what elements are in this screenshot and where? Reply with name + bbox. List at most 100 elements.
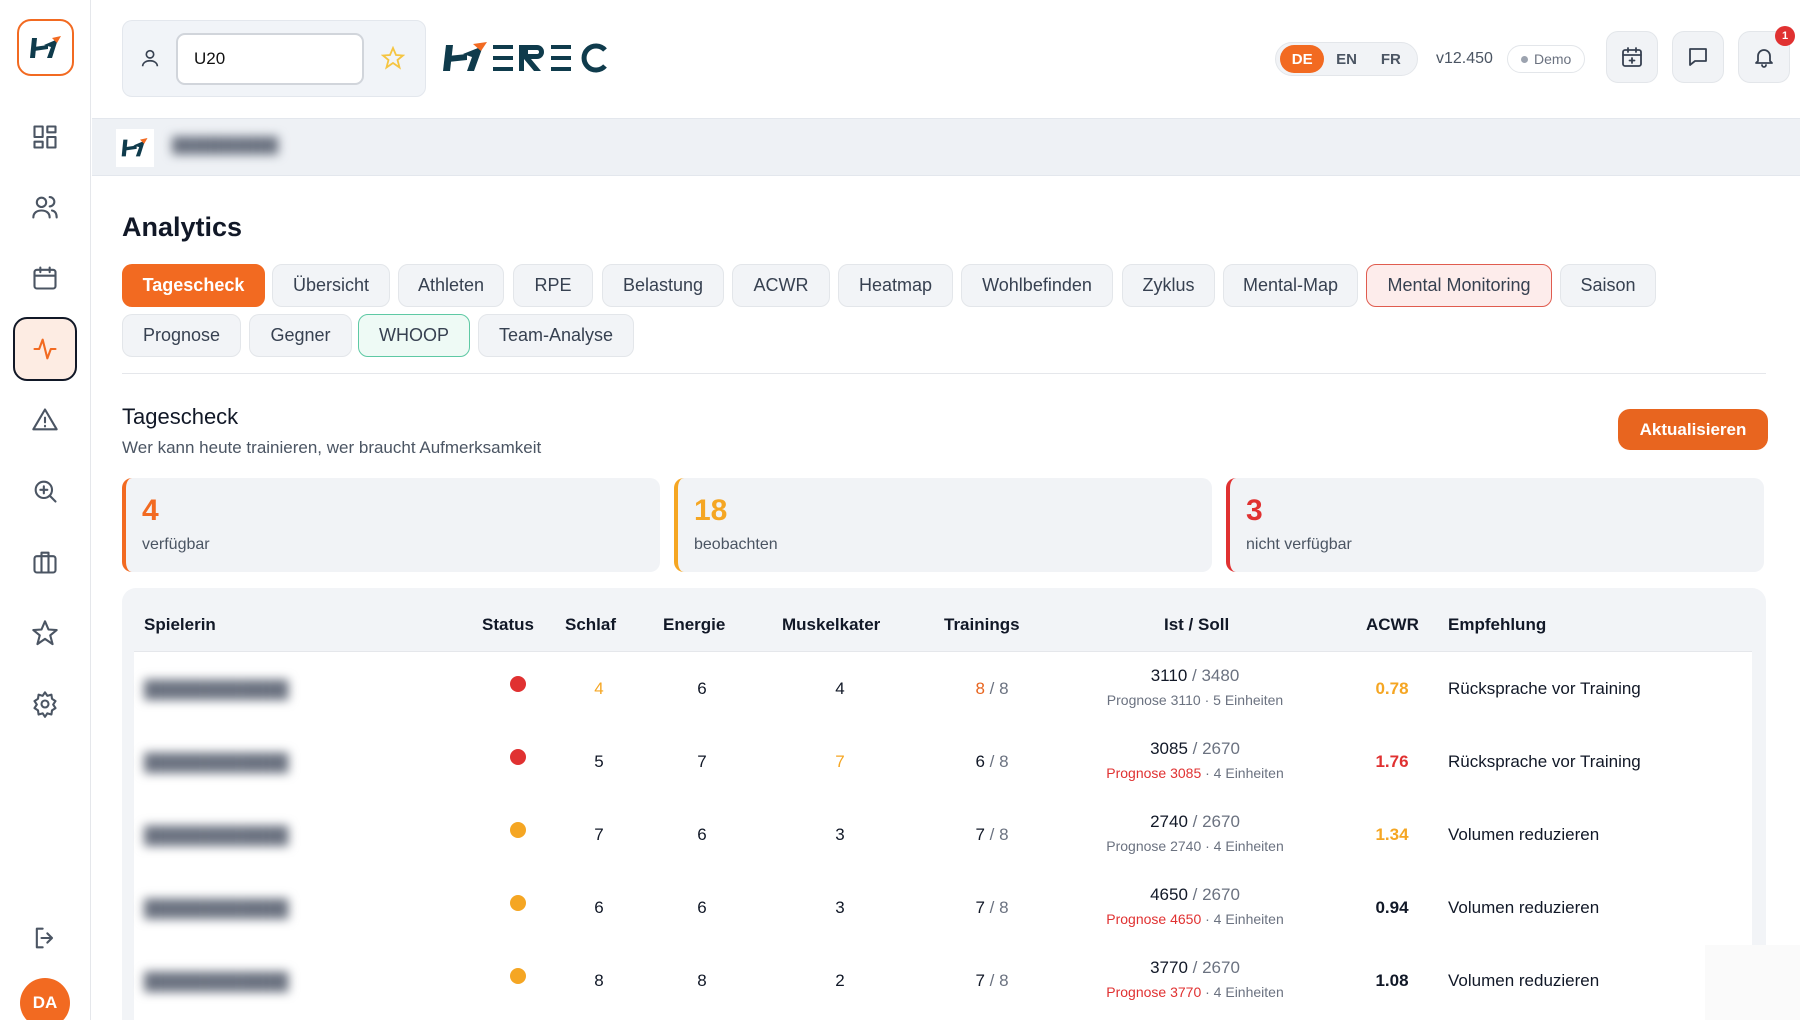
star-icon[interactable]	[21, 609, 69, 657]
tab-acwr[interactable]: ACWR	[732, 264, 830, 307]
tab-mental-map[interactable]: Mental-Map	[1223, 264, 1358, 307]
language-switcher: DE EN FR	[1275, 42, 1418, 76]
energy-value: 7	[697, 752, 707, 771]
notifications-button[interactable]: 1	[1738, 26, 1795, 83]
col-player[interactable]: Spielerin	[144, 615, 216, 635]
trainings-value: 7 / 8	[975, 971, 1008, 991]
alert-triangle-icon[interactable]	[21, 396, 69, 444]
load-cell: 3110 / 3480 Prognose 3110 · 5 Einheiten	[1107, 666, 1283, 708]
player-name-redacted[interactable]: ████████████	[144, 899, 314, 918]
sleep-value: 6	[594, 898, 604, 917]
load-soll: / 3480	[1192, 666, 1240, 685]
lang-de-button[interactable]: DE	[1280, 45, 1325, 73]
tab-mental-monitoring[interactable]: Mental Monitoring	[1366, 264, 1552, 307]
top-header: U20 DE EN FR v12.450 Demo 1	[92, 0, 1800, 118]
user-icon	[139, 47, 163, 71]
sidebar: DA	[0, 0, 91, 1020]
tab-rpe[interactable]: RPE	[513, 264, 593, 307]
tab-zyklus[interactable]: Zyklus	[1122, 264, 1215, 307]
load-cell: 4650 / 2670 Prognose 4650 · 4 Einheiten	[1106, 885, 1283, 927]
notification-count-badge: 1	[1775, 26, 1795, 46]
col-trainings[interactable]: Trainings	[944, 615, 1020, 635]
dashboard-icon[interactable]	[21, 113, 69, 161]
tab-tagescheck[interactable]: Tagescheck	[122, 264, 265, 307]
load-ist: 2740	[1150, 812, 1188, 831]
tab-gegner[interactable]: Gegner	[249, 314, 352, 357]
analytics-icon[interactable]	[13, 317, 77, 381]
stat-watch-label: beobachten	[694, 536, 778, 553]
bell-icon	[1755, 49, 1773, 68]
tab-belastung[interactable]: Belastung	[602, 264, 724, 307]
zoom-in-icon[interactable]	[21, 467, 69, 515]
status-indicator-icon	[510, 676, 526, 692]
tab-wohlbefinden[interactable]: Wohlbefinden	[961, 264, 1113, 307]
calendar-icon[interactable]	[21, 254, 69, 302]
col-recommendation[interactable]: Empfehlung	[1448, 615, 1546, 635]
acwr-value: 0.94	[1375, 898, 1409, 917]
tab-uebersicht[interactable]: Übersicht	[272, 264, 390, 307]
calendar-add-button[interactable]	[1606, 31, 1658, 83]
table-row[interactable]: ████████████ 8 8 2 7 / 8 3770 / 2670 Prognose …	[134, 944, 1752, 1017]
hierec-wordmark-logo	[443, 38, 613, 78]
acwr-value: 0.78	[1375, 679, 1409, 698]
refresh-button[interactable]: Aktualisieren	[1618, 409, 1768, 450]
lang-fr-button[interactable]: FR	[1369, 45, 1413, 73]
trainings-value: 8 / 8	[975, 679, 1008, 699]
col-soreness[interactable]: Muskelkater	[782, 615, 880, 635]
col-status[interactable]: Status	[482, 615, 534, 635]
tab-prognose[interactable]: Prognose	[122, 314, 241, 357]
load-units: · 5 Einheiten	[1204, 692, 1284, 708]
load-units: · 4 Einheiten	[1205, 911, 1284, 927]
page-title: Analytics	[122, 212, 243, 242]
acwr-value: 1.76	[1375, 752, 1409, 771]
energy-value: 6	[697, 825, 707, 844]
load-ist: 4650	[1150, 885, 1188, 904]
settings-gear-icon[interactable]	[21, 680, 69, 728]
demo-dot-icon	[1521, 55, 1528, 63]
users-icon[interactable]	[21, 183, 69, 231]
section-divider	[122, 373, 1766, 374]
table-row[interactable]: ████████████ 5 7 7 6 / 8 3085 / 2670 Prognose …	[134, 725, 1752, 798]
col-acwr[interactable]: ACWR	[1366, 615, 1419, 635]
table-row[interactable]: ████████████ 7 6 3 7 / 8 2740 / 2670 Prognose …	[134, 798, 1752, 871]
club-logo[interactable]	[116, 129, 154, 167]
load-soll: / 2670	[1192, 885, 1240, 904]
acwr-value: 1.08	[1375, 971, 1409, 990]
sleep-value: 8	[594, 971, 604, 990]
logout-icon[interactable]	[21, 914, 69, 962]
stat-unavailable-label: nicht verfügbar	[1246, 536, 1352, 553]
user-avatar[interactable]: DA	[20, 978, 70, 1020]
energy-value: 6	[697, 898, 707, 917]
player-name-redacted[interactable]: ████████████	[144, 826, 314, 845]
load-units: · 4 Einheiten	[1205, 765, 1284, 781]
tab-team-analyse[interactable]: Team-Analyse	[478, 314, 634, 357]
tab-athleten[interactable]: Athleten	[398, 264, 504, 307]
tab-saison[interactable]: Saison	[1560, 264, 1656, 307]
stat-unavailable-value: 3	[1246, 494, 1263, 527]
messages-button[interactable]	[1672, 31, 1724, 83]
team-selector: U20	[122, 20, 426, 97]
tab-heatmap[interactable]: Heatmap	[838, 264, 953, 307]
col-load[interactable]: Ist / Soll	[1164, 615, 1229, 635]
table-row[interactable]: ████████████ 6 6 3 7 / 8 4650 / 2670 Prognose …	[134, 871, 1752, 944]
app-version: v12.450	[1436, 50, 1493, 67]
recommendation-text: Volumen reduzieren	[1448, 971, 1600, 990]
recommendation-text: Rücksprache vor Training	[1448, 679, 1641, 698]
favorite-star-icon[interactable]	[380, 45, 406, 70]
app-logo[interactable]	[17, 19, 74, 76]
player-name-redacted[interactable]: ████████████	[144, 753, 314, 772]
soreness-value: 2	[835, 971, 845, 990]
col-energy[interactable]: Energie	[663, 615, 725, 635]
col-sleep[interactable]: Schlaf	[565, 615, 616, 635]
tab-whoop[interactable]: WHOOP	[358, 314, 470, 357]
team-input[interactable]: U20	[176, 33, 364, 85]
briefcase-icon[interactable]	[21, 538, 69, 586]
recommendation-text: Rücksprache vor Training	[1448, 752, 1641, 771]
player-name-redacted[interactable]: ████████████	[144, 680, 314, 699]
calendar-plus-icon	[1622, 47, 1642, 67]
stat-watch-value: 18	[694, 494, 728, 527]
sleep-value: 5	[594, 752, 604, 771]
table-row[interactable]: ████████████ 4 6 4 8 / 8 3110 / 3480 Prognose …	[134, 652, 1752, 725]
lang-en-button[interactable]: EN	[1324, 45, 1368, 73]
player-name-redacted[interactable]: ████████████	[144, 972, 314, 991]
